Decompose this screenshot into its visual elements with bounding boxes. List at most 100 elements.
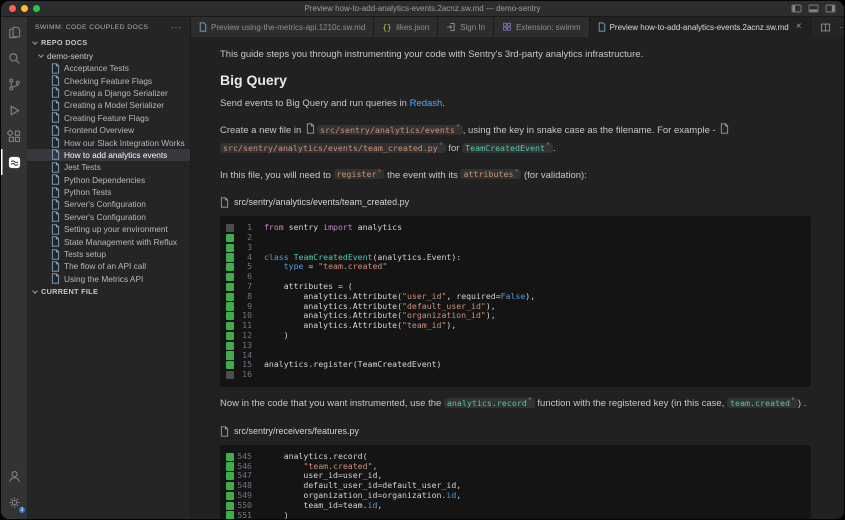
section-repo-docs[interactable]: REPO DOCS xyxy=(27,36,190,49)
code-line: 2 xyxy=(220,232,811,243)
tab[interactable]: Preview using-the-metrics-api.1210c.sw.m… xyxy=(191,17,375,37)
coupled-marker xyxy=(226,233,234,243)
sidebar-item-label: Checking Feature Flags xyxy=(64,75,153,86)
layout-sidebar-right-icon[interactable] xyxy=(825,3,836,14)
extensions-icon[interactable] xyxy=(1,123,27,149)
code-token[interactable]: team.created xyxy=(727,397,798,408)
sidebar-item-label: Tests setup xyxy=(64,249,106,260)
tab[interactable]: {} likes.json xyxy=(374,17,439,37)
code-token[interactable]: register xyxy=(333,169,385,180)
sidebar-item[interactable]: State Management with Reflux xyxy=(27,235,190,247)
sidebar-item[interactable]: Creating Feature Flags xyxy=(27,112,190,124)
sidebar-item-label: How our Slack Integration Works xyxy=(64,137,185,148)
sidebar-item[interactable]: Python Dependencies xyxy=(27,174,190,186)
activity-bar: 1 xyxy=(1,17,27,519)
paragraph: Send events to Big Query and run queries… xyxy=(220,98,445,109)
file-icon xyxy=(306,123,315,134)
window-controls xyxy=(1,5,40,12)
folder-demo-sentry[interactable]: demo-sentry xyxy=(27,49,190,62)
link[interactable]: Redash xyxy=(410,98,443,109)
line-number: 551 xyxy=(237,509,252,519)
sidebar-item[interactable]: Creating a Model Serializer xyxy=(27,99,190,111)
sidebar-item[interactable]: Server's Configuration xyxy=(27,198,190,210)
sidebar-item[interactable]: Python Tests xyxy=(27,186,190,198)
coupled-marker xyxy=(226,322,234,331)
coupled-marker xyxy=(226,273,234,282)
split-editor-icon[interactable] xyxy=(820,22,831,33)
file-icon xyxy=(51,273,60,284)
sidebar-item[interactable]: Server's Configuration xyxy=(27,211,190,223)
coupled-marker xyxy=(226,263,234,272)
sidebar-item-label: Acceptance Tests xyxy=(64,63,129,74)
file-icon xyxy=(51,211,60,223)
close-window-button[interactable] xyxy=(9,5,16,12)
sidebar-item-label: Setting up your environment xyxy=(64,224,168,235)
file-icon xyxy=(51,75,60,86)
tab[interactable]: Sign In xyxy=(438,17,495,37)
more-actions-icon[interactable]: ··· xyxy=(171,23,182,32)
sidebar-item[interactable]: Jest Tests xyxy=(27,161,190,173)
editor-actions: ··· xyxy=(811,17,844,37)
window-title: Preview how-to-add-analytics-events.2acn… xyxy=(304,4,541,13)
source-control-icon[interactable] xyxy=(1,71,27,97)
search-icon[interactable] xyxy=(1,45,27,71)
run-debug-icon[interactable] xyxy=(1,97,27,123)
sidebar-item-label: Jest Tests xyxy=(64,162,101,173)
sidebar-item[interactable]: How our Slack Integration Works xyxy=(27,136,190,148)
code-token[interactable]: src/sentry/analytics/events xyxy=(316,124,463,135)
sidebar-item[interactable]: The flow of an API call xyxy=(27,260,190,272)
account-icon[interactable] xyxy=(1,463,27,489)
paragraph: In this file, you will need to register … xyxy=(220,165,811,183)
extension-icon xyxy=(502,22,512,32)
sidebar-item[interactable]: How to add analytics events xyxy=(27,148,190,162)
coupled-marker xyxy=(226,282,234,292)
sidebar-item[interactable]: Using the Metrics API xyxy=(27,273,190,285)
coupled-marker xyxy=(226,371,234,380)
code-token[interactable]: src/sentry/analytics/events/team_created… xyxy=(220,142,446,153)
workbench: 1 SWIMM: CODE COUPLED DOCS ··· REPO DOCS… xyxy=(1,17,844,519)
preview-icon xyxy=(199,22,207,32)
sidebar-item[interactable]: Checking Feature Flags xyxy=(27,74,190,86)
code-token[interactable]: attributes xyxy=(460,169,522,180)
tab[interactable]: Extension: swimm xyxy=(494,17,590,37)
settings-gear-icon[interactable]: 1 xyxy=(1,489,27,515)
file-icon xyxy=(220,426,229,437)
sidebar-item-label: Creating a Model Serializer xyxy=(64,100,165,111)
section-label: REPO DOCS xyxy=(41,38,88,47)
coupled-marker xyxy=(226,361,234,370)
tab-label: Extension: swimm xyxy=(516,22,581,32)
sidebar-item[interactable]: Setting up your environment xyxy=(27,223,190,235)
minimize-window-button[interactable] xyxy=(21,5,28,12)
code-text: type = "team.created" xyxy=(283,261,388,272)
coupled-marker xyxy=(226,331,234,341)
code-token[interactable]: TeamCreatedEvent xyxy=(462,142,553,153)
section-label: CURRENT FILE xyxy=(41,287,99,297)
swimm-icon[interactable] xyxy=(1,149,27,175)
coupled-marker xyxy=(226,224,234,233)
section-current-file[interactable]: CURRENT FILE xyxy=(27,285,190,298)
explorer-icon[interactable] xyxy=(1,19,27,45)
code-line: 5 type = "team.created" xyxy=(220,262,811,272)
tab[interactable]: Preview how-to-add-analytics-events.2acn… xyxy=(589,17,811,37)
layout-panel-icon[interactable] xyxy=(808,3,819,14)
layout-sidebar-left-icon[interactable] xyxy=(791,3,802,14)
coupled-marker xyxy=(226,302,234,311)
code-token[interactable]: analytics.record xyxy=(443,397,535,408)
sidebar-item[interactable]: Tests setup xyxy=(27,248,190,260)
code-line: 550 team_id=team.id, xyxy=(220,500,811,511)
more-actions-icon[interactable]: ··· xyxy=(840,22,844,32)
code-line: 11 analytics.Attribute("team_id"), xyxy=(220,320,811,331)
file-icon xyxy=(51,125,60,136)
sidebar-item-label: Python Dependencies xyxy=(64,174,146,185)
sidebar-item[interactable]: Acceptance Tests xyxy=(27,62,190,74)
chevron-down-icon xyxy=(32,38,38,45)
sidebar-item[interactable]: Creating a Django Serializer xyxy=(27,87,190,99)
close-icon[interactable]: × xyxy=(796,22,802,32)
sidebar-item[interactable]: Frontend Overview xyxy=(27,124,190,136)
code-line: 12 ) xyxy=(220,330,811,341)
coupled-marker xyxy=(226,472,234,481)
sidebar-item-label: How to add analytics events xyxy=(64,149,168,160)
zoom-window-button[interactable] xyxy=(33,5,40,12)
coupled-marker xyxy=(226,243,234,252)
code-snippet: 545 analytics.record(546 "team.created",… xyxy=(220,444,811,519)
